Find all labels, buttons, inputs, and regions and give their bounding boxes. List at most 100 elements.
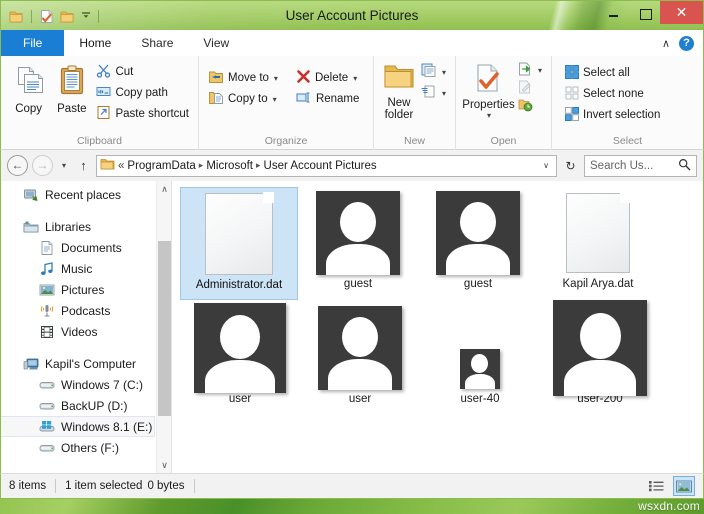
sidebar-label-windows-81-e: Windows 8.1 (E:) [61,419,153,434]
search-box[interactable]: Search Us... [584,154,697,177]
minimize-button[interactable] [598,2,629,24]
maximize-button[interactable] [629,2,660,24]
breadcrumb-bar[interactable]: « ProgramData ▸ Microsoft ▸ User Account… [96,154,557,177]
cut-button[interactable]: Cut [93,62,192,82]
sidebar-item-libraries[interactable]: Libraries [1,216,171,237]
easy-access-button[interactable]: ▾ [418,83,449,103]
organize-col-2: Delete ▾ Rename [293,66,362,109]
invert-selection-button[interactable]: Invert selection [562,105,663,125]
sidebar-item-others-f[interactable]: Others (F:) [1,437,171,458]
breadcrumb-item-programdata[interactable]: ProgramData [127,160,195,172]
sidebar-item-recent-places[interactable]: Recent places [1,184,171,205]
sidebar-item-music[interactable]: Music [1,258,171,279]
sidebar-gap-2 [1,342,171,353]
new-folder-label-line1: New [387,97,411,109]
collapse-ribbon-icon[interactable]: ∧ [662,37,670,50]
details-view-button[interactable] [647,476,669,496]
title-bar: User Account Pictures ✕ [0,0,704,30]
address-dropdown-icon[interactable]: ∨ [539,161,553,170]
copy-to-caret-icon[interactable]: ▾ [273,95,277,104]
move-to-caret-icon[interactable]: ▾ [274,74,278,83]
scroll-up-arrow-icon[interactable]: ∧ [157,181,171,197]
select-all-button[interactable]: Select all [562,63,663,83]
sidebar-gap-1 [1,205,171,216]
back-button[interactable]: ← [7,155,28,176]
copy-button[interactable]: Copy [7,60,50,115]
tab-home[interactable]: Home [64,30,127,56]
sidebar-item-videos[interactable]: Videos [1,321,171,342]
file-name: Kapil Arya.dat [562,278,634,290]
file-list-view[interactable]: Administrator.dat guest guest Kapil Arya… [171,181,703,473]
user-avatar-icon [316,191,400,275]
close-button[interactable]: ✕ [660,1,703,24]
open-caret-icon[interactable]: ▾ [538,66,542,75]
sidebar-item-pictures[interactable]: Pictures [1,279,171,300]
scissors-icon [96,63,111,81]
up-button[interactable]: ↑ [75,158,92,173]
scrollbar-thumb[interactable] [158,241,171,416]
new-folder-button[interactable]: New folder [380,60,418,121]
status-item-count: 8 items [9,480,47,492]
forward-button[interactable]: → [32,155,53,176]
sidebar-item-documents[interactable]: Documents [1,237,171,258]
breadcrumb-item-user-account-pictures[interactable]: User Account Pictures [264,160,377,172]
sidebar-item-backup-d[interactable]: BackUP (D:) [1,395,171,416]
sidebar-item-windows-7-c[interactable]: Windows 7 (C:) [1,374,171,395]
file-item-guest-2[interactable]: guest [418,187,538,302]
tab-share[interactable]: Share [126,30,189,56]
tab-file[interactable]: File [1,30,65,56]
sidebar-item-podcasts[interactable]: Podcasts [1,300,171,321]
easy-access-caret-icon[interactable]: ▾ [442,89,446,98]
file-item-user-200[interactable]: user-200 [540,300,660,417]
properties-caret-icon[interactable]: ▾ [487,111,491,120]
breadcrumb-separator-1[interactable]: ▸ [199,160,204,171]
new-folder-label-line2: folder [384,109,414,121]
paste-button[interactable]: Paste [50,60,93,115]
new-item-button[interactable]: ▾ [418,62,449,82]
edit-button [515,80,545,97]
search-input[interactable]: Search Us... [590,160,678,172]
new-item-caret-icon[interactable]: ▾ [442,68,446,77]
delete-caret-icon[interactable]: ▾ [353,74,357,83]
breadcrumb-separator-2[interactable]: ▸ [256,160,261,171]
delete-button[interactable]: Delete ▾ [293,68,362,88]
watermark: wsxdn.com [638,499,700,513]
properties-button[interactable]: Properties ▾ [462,60,515,120]
breadcrumb-overflow[interactable]: « [118,160,124,172]
sidebar-item-kapils-computer[interactable]: Kapil's Computer [1,353,171,374]
select-none-button[interactable]: Select none [562,84,663,104]
scroll-down-arrow-icon[interactable]: ∨ [157,457,171,473]
ribbon-group-label-new: New [403,135,425,147]
file-item-user-40[interactable]: user-40 [420,302,540,417]
user-avatar-icon-5 [460,349,500,389]
move-to-icon [208,69,224,88]
copy-path-button[interactable]: Copy path [93,83,192,103]
file-item-kapil-arya-dat[interactable]: Kapil Arya.dat [538,187,658,302]
computer-icon [23,356,39,372]
delete-label: Delete [314,72,349,84]
sidebar-scrollbar[interactable]: ∧ ∨ [156,181,171,473]
breadcrumb-item-microsoft[interactable]: Microsoft [206,160,253,172]
help-icon[interactable]: ? [679,35,694,51]
large-icons-view-button[interactable] [673,476,695,496]
refresh-button[interactable]: ↻ [561,159,580,173]
tab-view[interactable]: View [188,30,245,56]
file-name: user [228,393,252,405]
file-item-user-2[interactable]: user [300,302,420,417]
ribbon-group-select: Select all Select none Invert selection … [551,56,703,150]
file-item-guest-1[interactable]: guest [298,187,418,302]
recent-locations-button[interactable]: ▾ [57,161,71,170]
copy-to-button[interactable]: Copy to ▾ [205,89,281,109]
ribbon: Copy Paste Cut Copy path Paste shortcut … [0,56,704,150]
file-item-administrator-dat[interactable]: Administrator.dat [180,187,298,300]
paste-shortcut-button[interactable]: Paste shortcut [93,104,192,124]
move-to-button[interactable]: Move to ▾ [205,68,281,88]
invert-selection-icon [565,106,579,124]
copy-to-label: Copy to [228,93,268,105]
file-item-user-1[interactable]: user [180,302,300,417]
history-button[interactable] [515,98,545,115]
open-button[interactable]: ▾ [515,62,545,79]
rename-button[interactable]: Rename [293,89,362,109]
copy-label: Copy [15,103,43,115]
sidebar-item-windows-81-e[interactable]: Windows 8.1 (E:) [1,416,155,437]
